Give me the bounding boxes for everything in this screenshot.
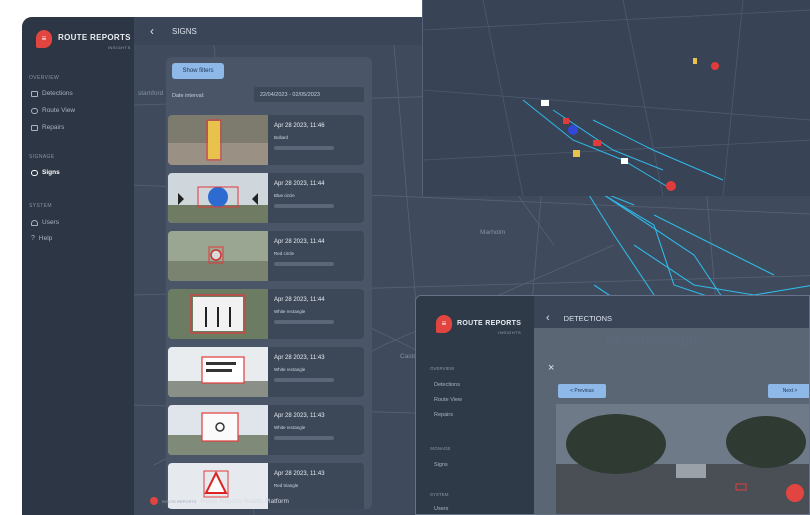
- section-system: SYSTEM: [29, 203, 52, 209]
- overlay-item-signs: Signs: [434, 462, 448, 468]
- overlay-title: DETECTIONS: [563, 313, 613, 323]
- overlay-back-chevron-icon: ‹: [546, 312, 550, 324]
- card-type: Red triangle: [274, 483, 299, 488]
- screen: ≡ ROUTE REPORTS INSIGHTS OVERVIEW Detect…: [0, 0, 810, 515]
- tool-icon: [31, 124, 38, 131]
- card-location: [274, 378, 334, 382]
- card-type: Red circle: [274, 251, 295, 256]
- card-location: [274, 262, 334, 266]
- card-date: Apr 28 2023, 11:43: [274, 355, 325, 361]
- sidebar-item-label: Detections: [42, 90, 73, 97]
- sidebar-item-route-view[interactable]: Route View: [31, 107, 75, 114]
- card-type: Blue circle: [274, 193, 295, 198]
- sidebar-item-label: Repairs: [42, 124, 65, 131]
- sign-thumbnail: [168, 115, 268, 165]
- overlay-section-signage: SIGNAGE: [430, 446, 451, 451]
- previous-button: < Previous: [558, 384, 606, 398]
- sign-thumbnail: [168, 173, 268, 223]
- overlay-logo: ≡ ROUTE REPORTS INSIGHTS: [436, 312, 521, 335]
- sidebar-item-label: Signs: [42, 169, 60, 176]
- sign-card[interactable]: Apr 28 2023, 11:44 Blue circle: [168, 173, 364, 223]
- sidebar-item-label: Users: [42, 219, 59, 226]
- overlay-logo-text: ROUTE REPORTS: [457, 320, 522, 327]
- sidebar: ≡ ROUTE REPORTS INSIGHTS OVERVIEW Detect…: [22, 17, 134, 515]
- sign-card[interactable]: Apr 28 2023, 11:43 White rectangle: [168, 405, 364, 455]
- overlay-item-repairs: Repairs: [434, 412, 453, 418]
- logo[interactable]: ≡ ROUTE REPORTS INSIGHTS: [36, 27, 131, 50]
- card-type: White rectangle: [274, 367, 306, 372]
- chat-icon: [786, 484, 804, 502]
- logo-icon: ≡: [436, 314, 452, 333]
- section-signage: SIGNAGE: [29, 154, 55, 160]
- users-icon: [31, 219, 38, 226]
- card-date: Apr 28 2023, 11:44: [274, 181, 325, 187]
- card-date: Apr 28 2023, 11:44: [274, 297, 325, 303]
- overlay-section-overview: OVERVIEW: [430, 366, 455, 371]
- card-type: Bollard: [274, 135, 289, 140]
- overlay-top-bar: ‹ DETECTIONS: [546, 312, 612, 324]
- card-location: [274, 320, 334, 324]
- card-type: White rectangle: [274, 309, 306, 314]
- overlay-item-detections: Detections: [434, 382, 460, 388]
- sidebar-item-label: Help: [38, 235, 53, 242]
- map-label-stamford: stamford: [138, 90, 164, 97]
- sidebar-item-signs[interactable]: Signs: [31, 169, 60, 176]
- sidebar-item-repairs[interactable]: Repairs: [31, 124, 64, 131]
- overlay-item-users: Users: [434, 506, 449, 512]
- footer: ROUTE REPORTS Route Reports Roads Platfo…: [150, 497, 289, 505]
- card-location: [274, 204, 334, 208]
- sign-icon: [31, 169, 38, 176]
- date-interval-field[interactable]: 22/04/2023 - 02/05/2023: [254, 87, 364, 102]
- section-overview: OVERVIEW: [29, 75, 60, 81]
- card-date: Apr 28 2023, 11:44: [274, 239, 325, 245]
- sign-thumbnail: [168, 347, 268, 397]
- card-date: Apr 28 2023, 11:46: [274, 123, 325, 129]
- sign-card[interactable]: Apr 28 2023, 11:43 White rectangle: [168, 347, 364, 397]
- overlay-map: [423, 0, 810, 196]
- monitor-icon: [31, 90, 38, 97]
- page-title: SIGNS: [172, 26, 197, 36]
- help-icon: ?: [31, 235, 35, 242]
- date-interval-label: Date interval:: [172, 93, 205, 99]
- card-date: Apr 28 2023, 11:43: [274, 471, 325, 477]
- card-date: Apr 28 2023, 11:43: [274, 413, 325, 419]
- signs-panel: Show filters Date interval: 22/04/2023 -…: [166, 57, 372, 509]
- logo-icon: ≡: [36, 29, 52, 48]
- logo-subtext: INSIGHTS: [107, 45, 131, 50]
- overlay-city-label: Peterborough: [606, 332, 698, 348]
- sign-thumbnail: [168, 289, 268, 339]
- card-type: White rectangle: [274, 425, 306, 430]
- overlay-close-icon: ×: [548, 362, 555, 374]
- sidebar-item-help[interactable]: ? Help: [31, 235, 52, 242]
- sidebar-item-label: Route View: [42, 107, 76, 114]
- sign-thumbnail: [168, 405, 268, 455]
- overlay-item-route-view: Route View: [434, 397, 463, 403]
- route-icon: [31, 107, 38, 114]
- sign-card[interactable]: Apr 28 2023, 11:46 Bollard: [168, 115, 364, 165]
- next-button: Next >: [768, 384, 809, 398]
- show-filters-button[interactable]: Show filters: [172, 63, 224, 79]
- detection-photo: [556, 404, 809, 514]
- sign-card[interactable]: Apr 28 2023, 11:44 Red circle: [168, 231, 364, 281]
- footer-logo-text: ROUTE REPORTS: [162, 498, 197, 504]
- sign-thumbnail: [168, 231, 268, 281]
- overlay-logo-subtext: INSIGHTS: [498, 330, 522, 335]
- footer-logo-icon: [150, 497, 158, 505]
- map-label-marholm: Marholm: [480, 229, 506, 236]
- overlay-section-system: SYSTEM: [430, 492, 449, 497]
- detections-overlay-screenshot: ≡ ROUTE REPORTS INSIGHTS OVERVIEW Detect…: [415, 295, 810, 515]
- sidebar-item-users[interactable]: Users: [31, 219, 59, 226]
- footer-text: Route Reports Roads Platform: [200, 497, 289, 505]
- sign-card[interactable]: Apr 28 2023, 11:44 White rectangle: [168, 289, 364, 339]
- map-overlay-screenshot: [422, 0, 810, 196]
- card-location: [274, 146, 334, 150]
- logo-text: ROUTE REPORTS: [58, 33, 131, 42]
- back-chevron-icon[interactable]: ‹: [150, 24, 154, 38]
- card-location: [274, 436, 334, 440]
- sidebar-item-detections[interactable]: Detections: [31, 90, 73, 97]
